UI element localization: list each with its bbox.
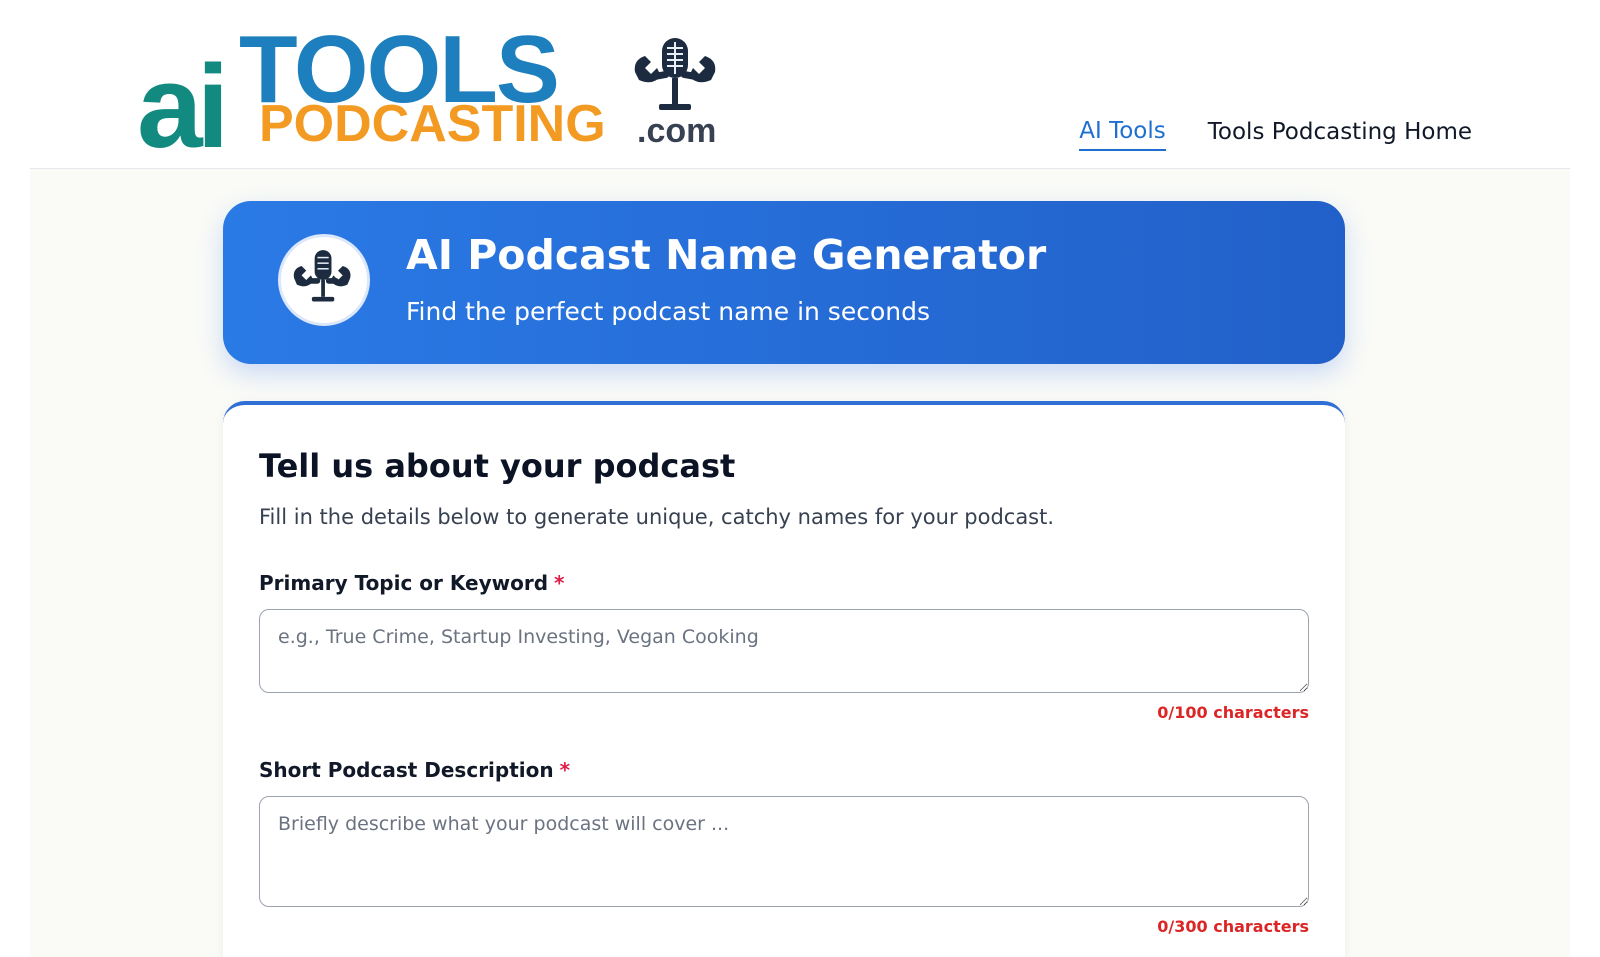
required-asterisk: * [559,758,571,782]
nav-link-ai-tools[interactable]: AI Tools [1079,118,1166,151]
logo-podcasting-text: PODCASTING [259,95,606,153]
hero-badge [278,234,370,326]
site-header: ai TOOLS PODCASTING .com AI Tools Tools … [30,0,1570,169]
topic-label-text: Primary Topic or Keyword [259,571,549,595]
description-input[interactable] [259,796,1309,907]
microphone-wrench-icon [293,250,351,302]
topic-char-counter: 0/100 characters [1157,703,1309,722]
topic-field-label: Primary Topic or Keyword * [259,571,564,595]
hero-banner: AI Podcast Name Generator Find the perfe… [223,201,1345,364]
logo-ai-text: ai [137,41,229,173]
nav-link-tools-podcasting-home[interactable]: Tools Podcasting Home [1208,119,1472,150]
description-field-label: Short Podcast Description * [259,758,570,782]
description-char-counter: 0/300 characters [1157,917,1309,936]
site-logo[interactable]: ai TOOLS PODCASTING .com [137,22,737,167]
main-content: AI Podcast Name Generator Find the perfe… [30,169,1570,957]
required-asterisk: * [554,571,565,595]
description-label-text: Short Podcast Description [259,758,554,782]
podcast-form-card: Tell us about your podcast Fill in the d… [223,401,1345,957]
form-subtitle: Fill in the details below to generate un… [259,505,1055,529]
microphone-wrench-icon [634,38,716,110]
topic-input[interactable] [259,609,1309,693]
main-nav: AI Tools Tools Podcasting Home [1079,118,1472,151]
logo-dotcom-text: .com [637,112,717,150]
hero-subtitle: Find the perfect podcast name in seconds [406,297,930,326]
form-title: Tell us about your podcast [259,447,736,485]
hero-title: AI Podcast Name Generator [406,231,1047,279]
